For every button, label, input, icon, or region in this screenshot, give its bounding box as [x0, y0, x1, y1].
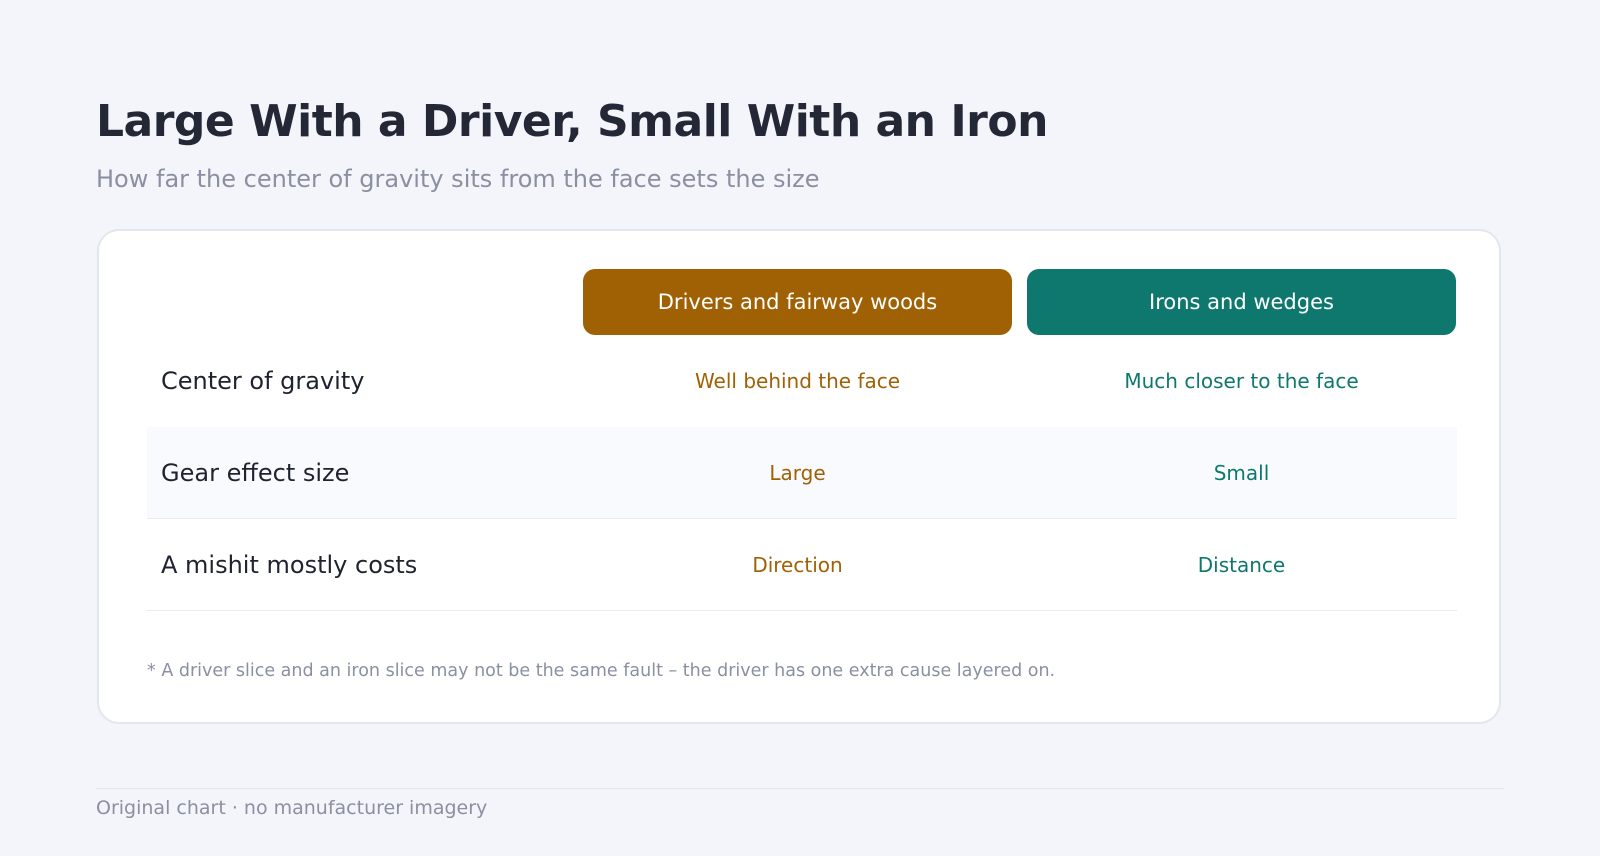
irons-cell: Much closer to the face [1124, 369, 1359, 393]
drivers-cell: Large [769, 460, 826, 485]
row-label: Gear effect size [161, 458, 350, 487]
table-row: Gear effect size Large Small [147, 427, 1457, 519]
table-row: Center of gravity Well behind the face M… [147, 335, 1457, 427]
irons-cell: Distance [1197, 552, 1286, 577]
row-label: A mishit mostly costs [161, 550, 418, 579]
footer-note: Original chart · no manufacturer imagery [96, 797, 488, 819]
column-header-irons: Irons and wedges [1027, 269, 1456, 335]
page-subtitle: How far the center of gravity sits from … [96, 165, 820, 193]
page-title: Large With a Driver, Small With an Iron [96, 96, 1048, 147]
row-label: Center of gravity [161, 367, 365, 395]
column-header-drivers: Drivers and fairway woods [583, 269, 1012, 335]
footer-divider [96, 788, 1504, 789]
drivers-cell: Direction [752, 552, 843, 577]
irons-cell: Small [1213, 460, 1270, 485]
footnote: * A driver slice and an iron slice may n… [147, 661, 1056, 681]
table-row: A mishit mostly costs Direction Distance [147, 519, 1457, 611]
drivers-cell: Well behind the face [694, 369, 901, 393]
comparison-card: Drivers and fairway woods Irons and wedg… [97, 229, 1501, 724]
